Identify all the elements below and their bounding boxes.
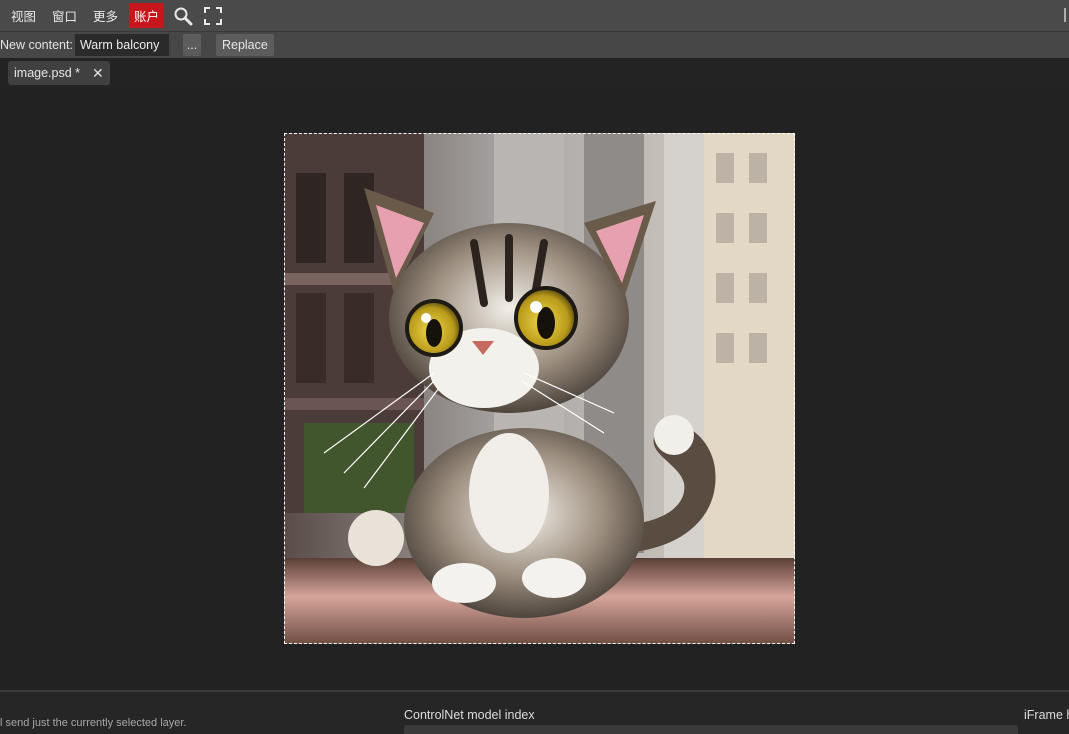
menu-more[interactable]: 更多 <box>88 3 123 28</box>
panel-handle-icon[interactable] <box>1063 8 1067 22</box>
controlnet-model-field[interactable] <box>404 725 1018 734</box>
layer-hint-text: l send just the currently selected layer… <box>0 717 187 729</box>
menu-bar: 视图 窗口 更多 账户 <box>0 0 1069 31</box>
workspace <box>0 88 1069 690</box>
new-content-input[interactable] <box>74 34 169 56</box>
replace-button[interactable]: Replace <box>215 34 274 56</box>
options-toolbar: New content: ... Replace <box>0 31 1069 58</box>
close-icon[interactable]: ✕ <box>92 66 104 80</box>
tab-image-psd[interactable]: image.psd * ✕ <box>8 61 110 85</box>
menu-view[interactable]: 视图 <box>6 3 41 28</box>
cat-image <box>284 133 795 644</box>
image-canvas[interactable] <box>284 133 795 644</box>
new-content-label: New content: <box>0 38 73 52</box>
search-icon[interactable] <box>172 5 194 27</box>
menu-window[interactable]: 窗口 <box>47 3 82 28</box>
bottom-panel: l send just the currently selected layer… <box>0 690 1069 734</box>
more-options-button[interactable]: ... <box>182 34 201 56</box>
iframe-label: iFrame h <box>1024 708 1069 722</box>
tab-label: image.psd * <box>14 66 81 80</box>
controlnet-label: ControlNet model index <box>404 708 535 722</box>
menu-account[interactable]: 账户 <box>129 3 165 28</box>
document-tabs: image.psd * ✕ <box>0 58 1069 88</box>
fullscreen-icon[interactable] <box>202 5 224 27</box>
